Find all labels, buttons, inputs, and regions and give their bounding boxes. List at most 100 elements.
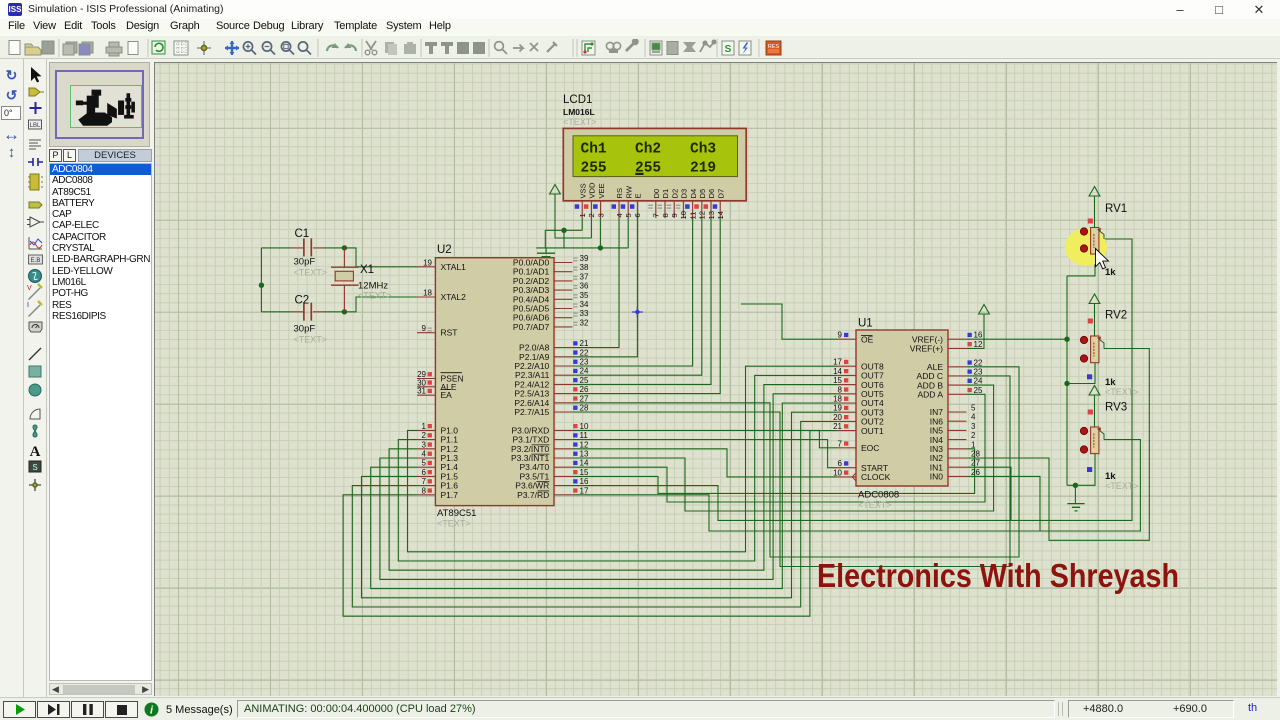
svg-text:35: 35: [580, 291, 589, 300]
svg-text:LBL: LBL: [30, 123, 41, 129]
svg-text:18: 18: [833, 395, 842, 404]
svg-text:6: 6: [838, 459, 843, 468]
svg-text:28: 28: [580, 404, 589, 413]
svg-text:D1: D1: [661, 189, 670, 199]
svg-text:28: 28: [971, 450, 980, 459]
svg-text:38: 38: [580, 263, 589, 272]
svg-text:Ch2: Ch2: [635, 142, 661, 158]
svg-text:VDD: VDD: [588, 182, 597, 199]
svg-text:6: 6: [422, 468, 427, 477]
svg-text:14: 14: [580, 459, 589, 468]
svg-text:17: 17: [580, 486, 589, 495]
svg-text:1: 1: [578, 213, 587, 217]
svg-text:5: 5: [422, 459, 427, 468]
svg-text:D3: D3: [680, 189, 689, 199]
svg-text:1k: 1k: [1105, 267, 1116, 278]
svg-text:22: 22: [580, 348, 589, 357]
svg-text:RST: RST: [441, 328, 458, 338]
svg-text:10: 10: [833, 468, 842, 477]
svg-text:XTAL1: XTAL1: [441, 262, 467, 272]
svg-text:7: 7: [838, 439, 843, 448]
svg-text:XTAL2: XTAL2: [441, 292, 467, 302]
svg-text:11: 11: [688, 212, 697, 220]
svg-text:9: 9: [422, 324, 427, 333]
svg-text:<TEXT>: <TEXT>: [563, 117, 597, 127]
svg-text:RW: RW: [624, 185, 633, 198]
svg-text:Ch1: Ch1: [581, 142, 607, 158]
svg-text:27: 27: [971, 459, 980, 468]
svg-text:33: 33: [580, 309, 589, 318]
svg-text:4: 4: [971, 413, 976, 422]
svg-text:U2: U2: [437, 244, 452, 256]
svg-text:13: 13: [580, 450, 589, 459]
svg-text:2: 2: [422, 431, 427, 440]
svg-text:<TEXT>: <TEXT>: [1105, 481, 1139, 491]
svg-text:LCD1: LCD1: [563, 94, 592, 106]
svg-text:37: 37: [580, 272, 589, 281]
svg-text:17: 17: [833, 358, 842, 367]
svg-text:9: 9: [670, 213, 679, 217]
svg-text:26: 26: [580, 385, 589, 394]
svg-text:A: A: [30, 444, 41, 460]
svg-text:10: 10: [580, 422, 589, 431]
svg-text:2: 2: [971, 431, 976, 440]
svg-text:10: 10: [679, 211, 688, 219]
svg-text:E: E: [634, 193, 643, 198]
svg-text:15: 15: [580, 468, 589, 477]
svg-text:VSS: VSS: [578, 183, 587, 198]
svg-text:12: 12: [580, 440, 589, 449]
svg-text:D0: D0: [652, 189, 661, 199]
svg-text:Electronics With Shreyash: Electronics With Shreyash: [817, 557, 1179, 594]
svg-text:C1: C1: [295, 228, 310, 240]
svg-text:CLOCK: CLOCK: [861, 472, 891, 482]
svg-text:D4: D4: [689, 189, 698, 199]
svg-text:I: I: [27, 302, 29, 309]
svg-text:11: 11: [580, 431, 589, 440]
svg-text:D5: D5: [698, 189, 707, 199]
svg-text:IN0: IN0: [930, 472, 944, 482]
svg-text:3: 3: [422, 440, 427, 449]
svg-text:9: 9: [838, 331, 843, 340]
svg-text:D7: D7: [716, 189, 725, 199]
svg-text:<TEXT>: <TEXT>: [294, 335, 328, 345]
svg-text:P0.7/AD7: P0.7/AD7: [513, 322, 550, 332]
svg-text:5: 5: [971, 404, 976, 413]
svg-text:6: 6: [633, 213, 642, 217]
svg-text:15: 15: [833, 376, 842, 385]
svg-text:8: 8: [838, 385, 843, 394]
svg-text:Ch3: Ch3: [690, 142, 716, 158]
svg-text:7: 7: [422, 477, 427, 486]
svg-text:30pF: 30pF: [294, 324, 316, 335]
svg-text:ADD A: ADD A: [917, 390, 943, 400]
svg-text:S: S: [725, 44, 732, 55]
svg-text:39: 39: [580, 254, 589, 263]
svg-text:RV1: RV1: [1105, 203, 1127, 215]
svg-text:12: 12: [974, 340, 983, 349]
svg-text:20: 20: [833, 413, 842, 422]
svg-text:23: 23: [974, 367, 983, 376]
svg-text:U1: U1: [858, 318, 873, 330]
svg-text:4: 4: [615, 213, 624, 217]
svg-text:4: 4: [422, 450, 427, 459]
svg-text:RES: RES: [768, 44, 780, 50]
svg-text:255: 255: [581, 161, 607, 177]
svg-text:RS: RS: [615, 188, 624, 199]
svg-text:16: 16: [580, 477, 589, 486]
svg-text:21: 21: [580, 339, 589, 348]
svg-text:OUT1: OUT1: [861, 426, 884, 436]
svg-text:RV2: RV2: [1105, 310, 1127, 322]
svg-text:1: 1: [971, 440, 976, 449]
svg-text:14: 14: [716, 211, 725, 219]
svg-text:19: 19: [833, 404, 842, 413]
svg-text:22: 22: [974, 358, 983, 367]
svg-text:VREF(+): VREF(+): [910, 344, 943, 354]
svg-text:D6: D6: [707, 189, 716, 199]
svg-text:EA: EA: [441, 390, 453, 400]
svg-text:7: 7: [652, 213, 661, 217]
svg-text:36: 36: [580, 282, 589, 291]
svg-text:3: 3: [971, 422, 976, 431]
svg-text:32: 32: [580, 318, 589, 327]
svg-text:ADC0808: ADC0808: [858, 490, 899, 501]
svg-text:27: 27: [580, 394, 589, 403]
svg-text:<TEXT>: <TEXT>: [437, 519, 471, 529]
